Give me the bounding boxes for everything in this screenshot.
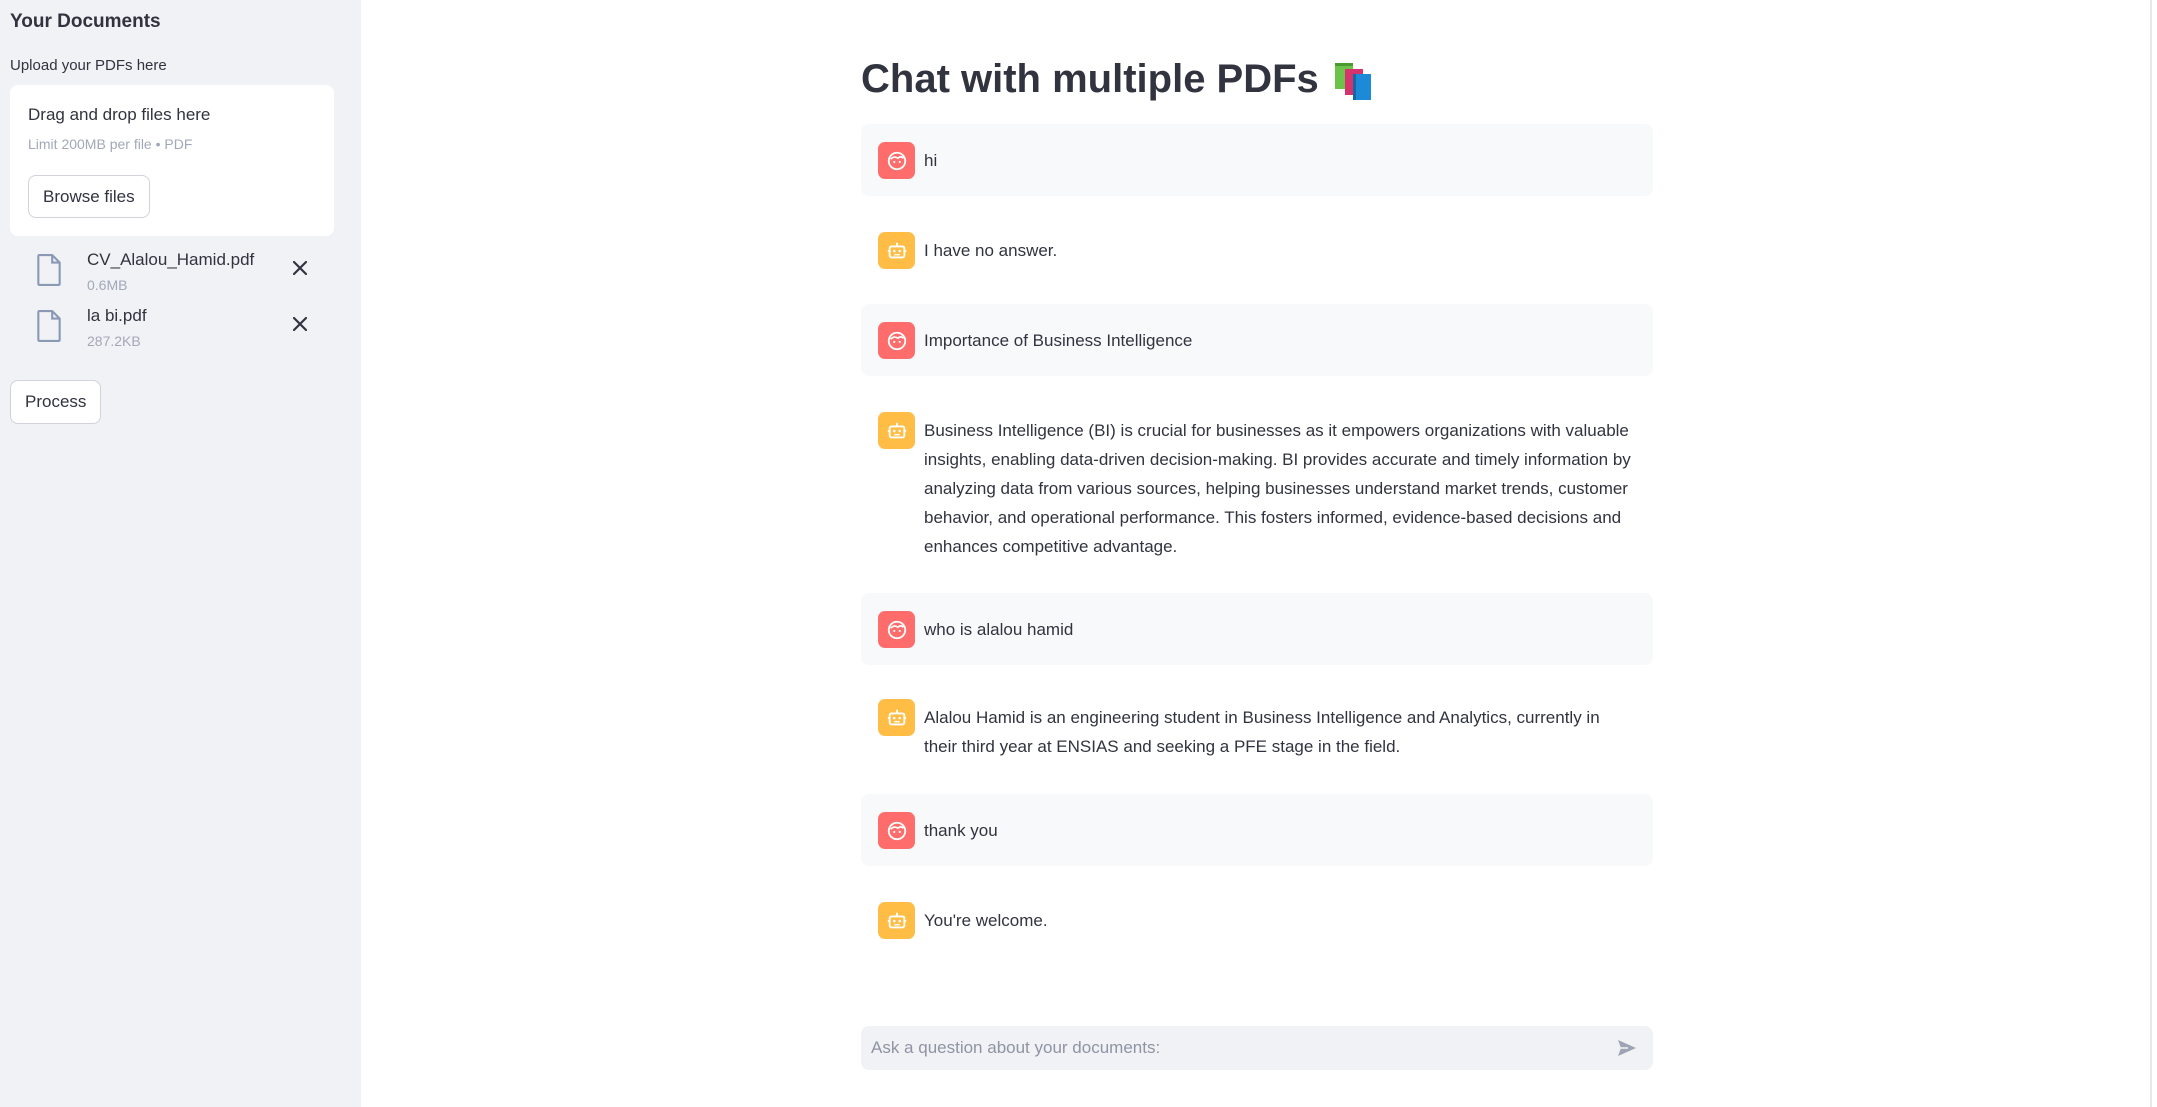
assistant-avatar (878, 902, 915, 939)
books-icon (1334, 62, 1371, 100)
chat-input-bar (861, 1026, 1653, 1070)
page-title: Chat with multiple PDFs (861, 57, 1375, 102)
process-button[interactable]: Process (10, 380, 102, 424)
chat-message-user: Importance of Business Intelligence (861, 304, 1653, 376)
file-icon (37, 254, 61, 286)
chat-input[interactable] (861, 1026, 1601, 1070)
user-avatar (878, 611, 915, 648)
chat-message-assistant: Alalou Hamid is an engineering student i… (861, 681, 1653, 781)
user-avatar (878, 322, 915, 359)
user-face-icon (887, 821, 906, 840)
message-text: who is alalou hamid (924, 620, 1074, 639)
sidebar: Your Documents Upload your PDFs here Dra… (0, 0, 361, 1107)
robot-icon (887, 422, 906, 438)
message-text: You're welcome. (924, 911, 1048, 930)
sidebar-title: Your Documents (10, 11, 161, 32)
chat-message-assistant: Business Intelligence (BI) is crucial fo… (861, 394, 1653, 564)
send-icon[interactable] (1615, 1036, 1639, 1060)
chat-message-assistant: I have no answer. (861, 214, 1653, 286)
assistant-avatar (878, 232, 915, 269)
file-name: CV_Alalou_Hamid.pdf (87, 250, 255, 269)
assistant-avatar (878, 699, 915, 736)
assistant-avatar (878, 412, 915, 449)
uploaded-file: la bi.pdf 287.2KB (30, 306, 330, 356)
upload-label: Upload your PDFs here (10, 57, 167, 74)
message-text: Business Intelligence (BI) is crucial fo… (924, 421, 1631, 556)
robot-icon (887, 709, 906, 725)
file-name: la bi.pdf (87, 306, 147, 325)
message-text: Importance of Business Intelligence (924, 331, 1193, 350)
file-dropzone[interactable]: Drag and drop files here Limit 200MB per… (10, 85, 334, 236)
dropzone-limit-text: Limit 200MB per file • PDF (28, 136, 193, 152)
file-size: 287.2KB (87, 333, 141, 349)
message-text: hi (924, 151, 938, 170)
user-face-icon (887, 151, 906, 170)
browse-files-button[interactable]: Browse files (28, 175, 150, 218)
message-text: thank you (924, 821, 998, 840)
user-face-icon (887, 331, 906, 350)
page-title-text: Chat with multiple PDFs (861, 57, 1319, 101)
dropzone-main-text: Drag and drop files here (28, 105, 211, 124)
scrollbar-track[interactable] (2150, 0, 2152, 1107)
chat-message-user: hi (861, 124, 1653, 196)
robot-icon (887, 912, 906, 928)
chat-message-assistant: You're welcome. (861, 884, 1653, 956)
message-text: I have no answer. (924, 241, 1058, 260)
robot-icon (887, 242, 906, 258)
file-size: 0.6MB (87, 277, 128, 293)
file-icon (37, 310, 61, 342)
user-face-icon (887, 620, 906, 639)
close-icon[interactable] (288, 312, 312, 336)
chat-message-user: thank you (861, 794, 1653, 866)
uploaded-file: CV_Alalou_Hamid.pdf 0.6MB (30, 250, 330, 300)
user-avatar (878, 142, 915, 179)
close-icon[interactable] (288, 256, 312, 280)
user-avatar (878, 812, 915, 849)
message-text: Alalou Hamid is an engineering student i… (924, 708, 1600, 756)
chat-message-user: who is alalou hamid (861, 593, 1653, 665)
